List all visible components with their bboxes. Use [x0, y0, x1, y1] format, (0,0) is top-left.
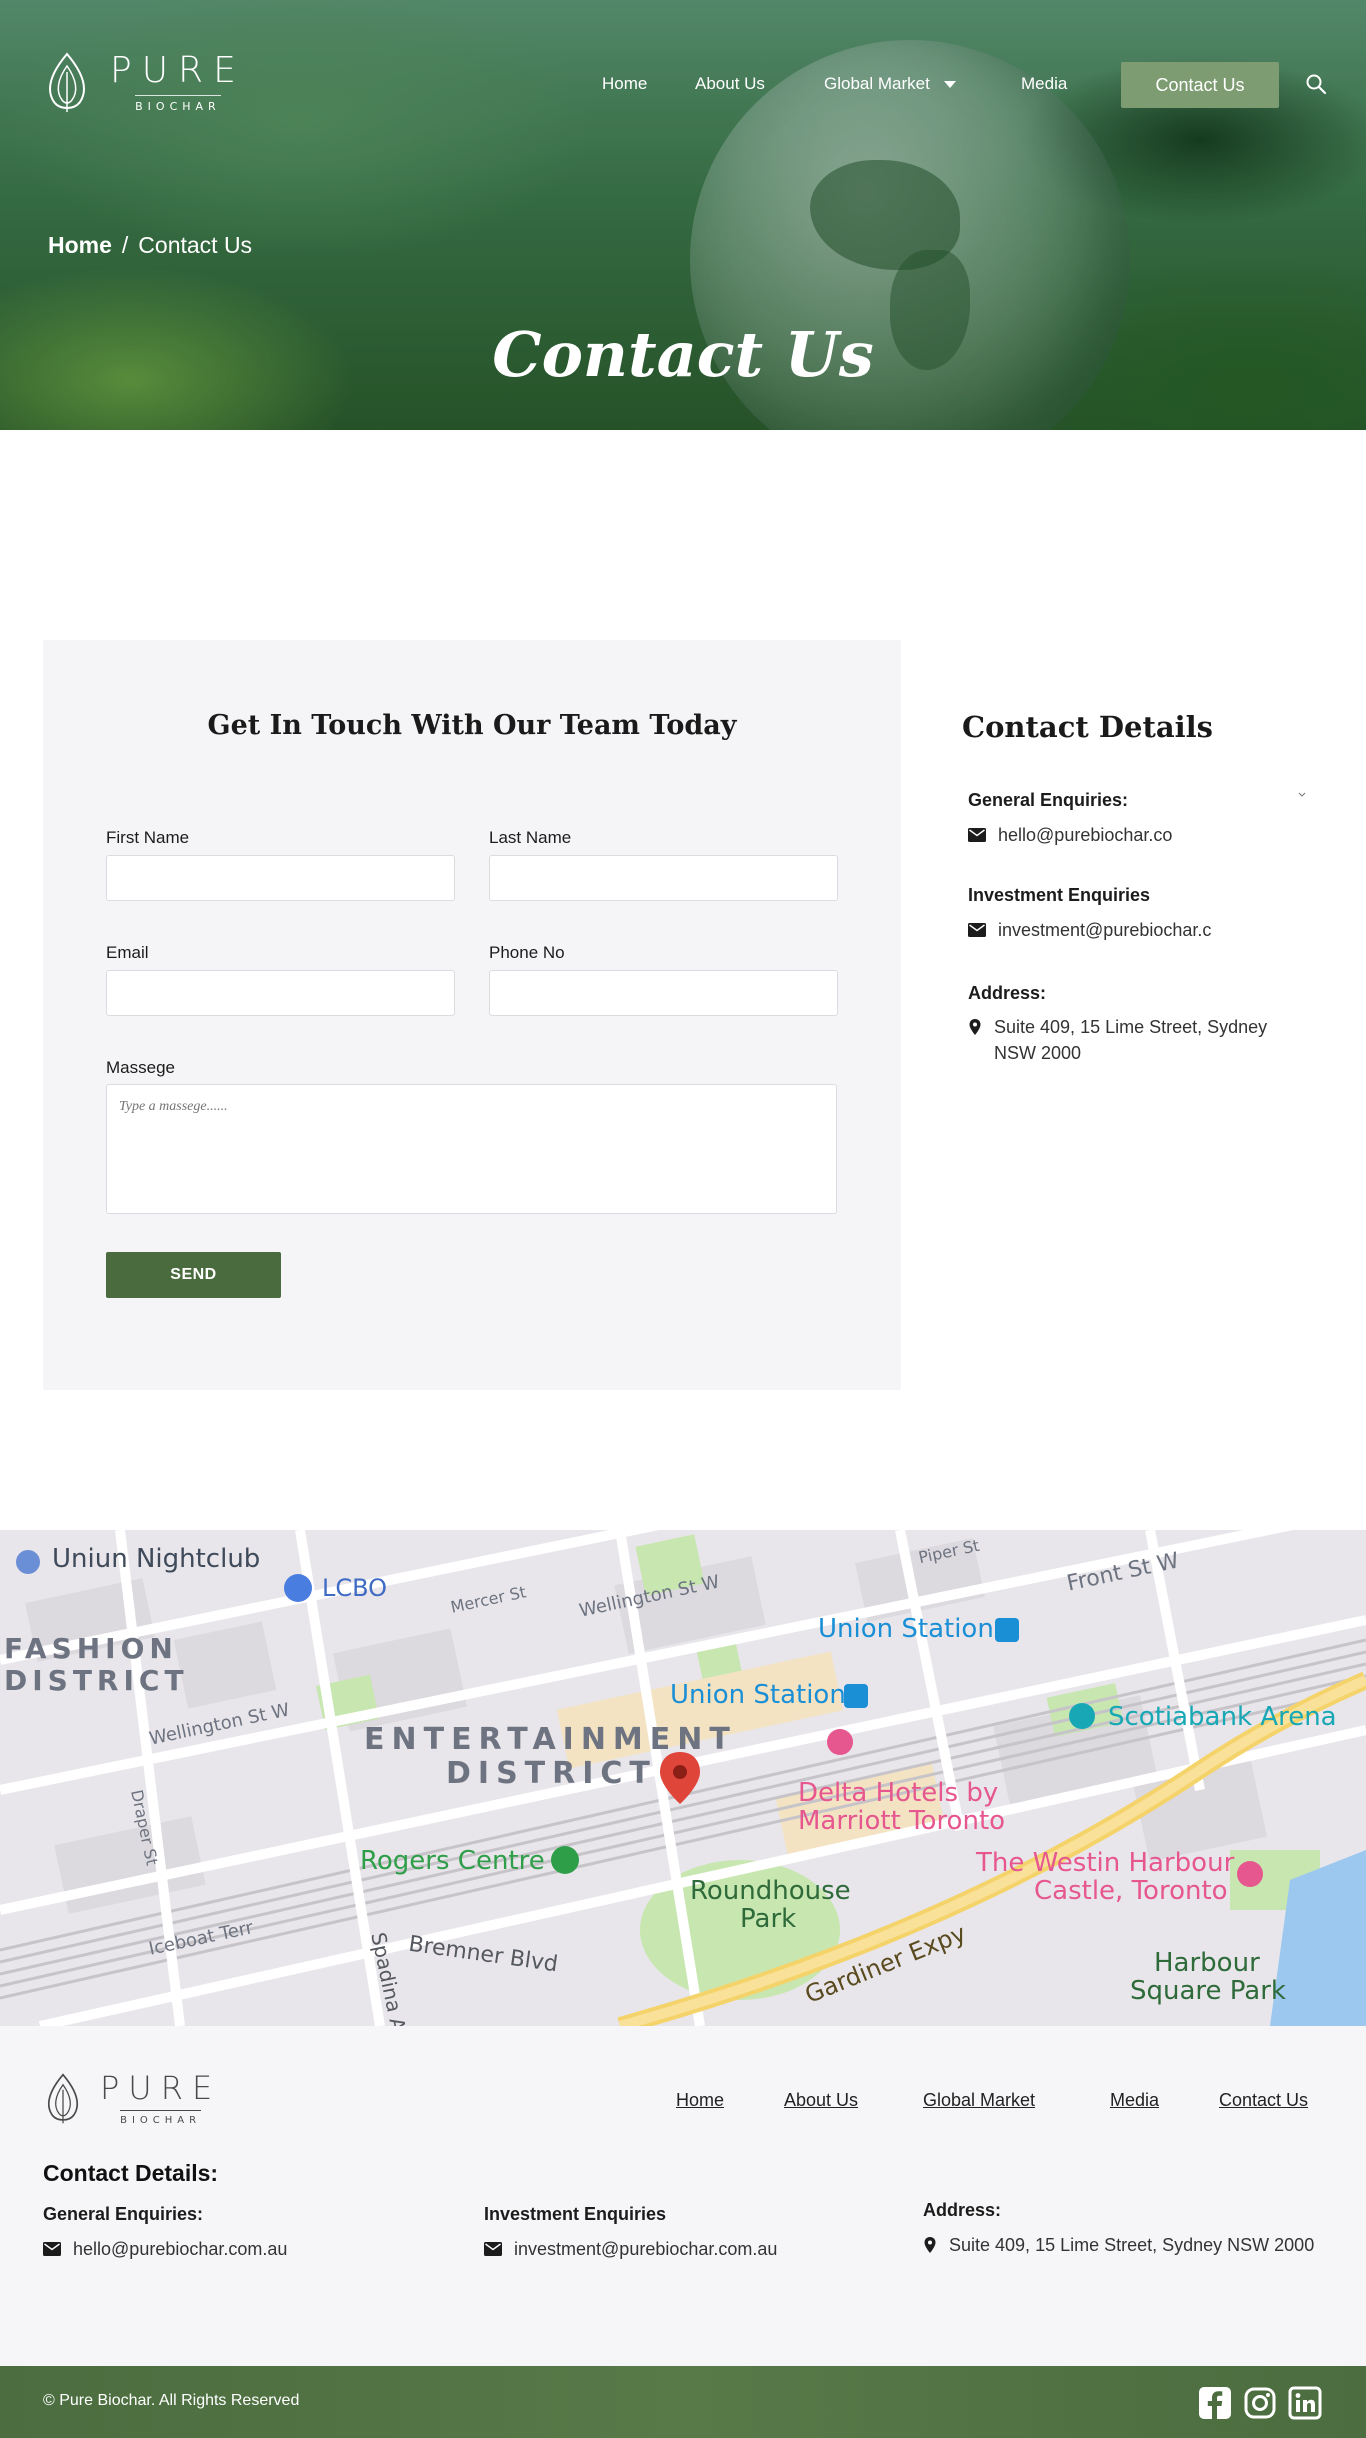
map-label: Square Park	[1130, 1976, 1286, 2006]
footer-general-row: hello@purebiochar.com.au	[43, 2236, 287, 2262]
mail-icon	[968, 923, 986, 937]
footer-investment-email[interactable]: investment@purebiochar.com.au	[514, 2236, 777, 2262]
first-name-label: First Name	[106, 828, 190, 847]
mail-icon	[43, 2242, 61, 2256]
footer-investment-row: investment@purebiochar.com.au	[484, 2236, 777, 2262]
map-label: DISTRICT	[4, 1664, 189, 1697]
general-email-row: hello@purebiochar.co	[968, 822, 1172, 848]
email-label: Email	[106, 943, 149, 962]
embedded-map[interactable]: Uniun Nightclub LCBO FASHION DISTRICT Me…	[0, 1530, 1366, 2026]
breadcrumb-current: Contact Us	[138, 232, 253, 258]
main-nav: Home About Us Global Market Media Contac…	[0, 62, 1366, 108]
breadcrumb-separator: /	[121, 232, 129, 258]
investment-enquiries-label: Investment Enquiries	[968, 885, 1151, 905]
nav-about-us[interactable]: About Us	[695, 74, 765, 94]
footer-link-media[interactable]: Media	[1110, 2090, 1159, 2111]
address-row: Suite 409, 15 Lime Street, Sydney NSW 20…	[968, 1014, 1308, 1066]
location-pin-icon	[969, 1019, 981, 1035]
page-title: Contact Us	[492, 318, 874, 391]
address-text: Suite 409, 15 Lime Street, Sydney NSW 20…	[994, 1017, 1268, 1063]
map-label: Delta Hotels by	[798, 1778, 999, 1808]
email-field[interactable]	[106, 970, 455, 1016]
contact-details-title: Contact Details	[962, 710, 1213, 744]
form-heading: Get In Touch With Our Team Today	[207, 710, 737, 741]
map-label: Union Station	[670, 1680, 846, 1710]
contact-us-button[interactable]: Contact Us	[1121, 62, 1279, 108]
map-label: Park	[740, 1904, 797, 1934]
facebook-icon[interactable]	[1198, 2386, 1232, 2420]
instagram-icon[interactable]	[1243, 2386, 1277, 2420]
last-name-label: Last Name	[489, 828, 572, 847]
logo-wordmark: PURE	[100, 2069, 222, 2107]
transit-icon	[844, 1684, 868, 1708]
breadcrumb-home[interactable]: Home	[48, 232, 112, 259]
search-icon[interactable]	[1304, 72, 1328, 96]
map-label: Rogers Centre	[360, 1846, 545, 1876]
map-label: ENTERTAINMENT	[364, 1722, 737, 1757]
nav-global-market-label: Global Market	[824, 74, 930, 93]
site-footer: PURE BIOCHAR Home About Us Global Market…	[0, 2026, 1366, 2366]
phone-label: Phone No	[489, 943, 565, 962]
map-label: DISTRICT	[446, 1756, 657, 1791]
nav-global-market[interactable]: Global Market	[824, 74, 956, 94]
footer-general-label: General Enquiries:	[43, 2204, 204, 2224]
footer-address-text: Suite 409, 15 Lime Street, Sydney NSW 20…	[949, 2235, 1315, 2255]
copyright-text: © Pure Biochar. All Rights Reserved	[43, 2392, 300, 2409]
map-label: Roundhouse	[690, 1876, 851, 1906]
map-label: Harbour	[1154, 1948, 1260, 1978]
map-label: Scotiabank Arena	[1108, 1702, 1337, 1732]
mail-icon	[968, 828, 986, 842]
footer-address-label: Address:	[923, 2200, 1002, 2220]
chevron-down-icon	[943, 80, 956, 88]
footer-contact-heading: Contact Details:	[43, 2160, 219, 2186]
map-label: Union Station	[818, 1614, 994, 1644]
footer-link-about[interactable]: About Us	[784, 2090, 858, 2111]
mail-icon	[484, 2242, 502, 2256]
footer-link-home[interactable]: Home	[676, 2090, 724, 2111]
map-label: Uniun Nightclub	[52, 1544, 261, 1574]
chevron-down-icon	[1298, 792, 1306, 797]
map-label: Marriott Toronto	[798, 1806, 1006, 1836]
send-button[interactable]: SEND	[106, 1252, 281, 1298]
nav-media[interactable]: Media	[1021, 74, 1067, 94]
logo-subtitle: BIOCHAR	[120, 2110, 202, 2126]
footer-logo[interactable]: PURE BIOCHAR	[42, 2072, 221, 2126]
copyright-bar: © Pure Biochar. All Rights Reserved	[0, 2366, 1366, 2438]
transit-icon	[995, 1618, 1019, 1642]
address-label: Address:	[968, 983, 1047, 1003]
breadcrumb: Home / Contact Us	[48, 232, 252, 259]
footer-investment-label: Investment Enquiries	[484, 2204, 667, 2224]
footer-address-row: Suite 409, 15 Lime Street, Sydney NSW 20…	[923, 2232, 1323, 2258]
footer-link-contact[interactable]: Contact Us	[1219, 2090, 1308, 2111]
footer-general-email[interactable]: hello@purebiochar.com.au	[73, 2236, 287, 2262]
investment-email-link[interactable]: investment@purebiochar.c	[998, 917, 1211, 943]
general-enquiries-label: General Enquiries:	[968, 790, 1129, 810]
nav-home[interactable]: Home	[602, 74, 647, 94]
general-email-link[interactable]: hello@purebiochar.co	[998, 822, 1172, 848]
message-field[interactable]	[106, 1084, 837, 1214]
phone-field[interactable]	[489, 970, 838, 1016]
contact-form-card: Get In Touch With Our Team Today First N…	[43, 640, 901, 1390]
footer-link-global-market[interactable]: Global Market	[923, 2090, 1035, 2111]
investment-email-row: investment@purebiochar.c	[968, 917, 1211, 943]
map-label: Castle, Toronto	[1034, 1876, 1228, 1906]
map-label: FASHION	[4, 1632, 178, 1665]
leaf-logo-icon	[48, 2073, 78, 2124]
hero-banner: PURE BIOCHAR Home About Us Global Market…	[0, 0, 1366, 430]
last-name-field[interactable]	[489, 855, 838, 901]
map-label: LCBO	[322, 1574, 388, 1602]
message-label: Massege	[106, 1058, 175, 1077]
location-pin-icon	[924, 2237, 936, 2253]
first-name-field[interactable]	[106, 855, 455, 901]
map-label: The Westin Harbour	[976, 1848, 1235, 1878]
linkedin-icon[interactable]	[1288, 2386, 1322, 2420]
